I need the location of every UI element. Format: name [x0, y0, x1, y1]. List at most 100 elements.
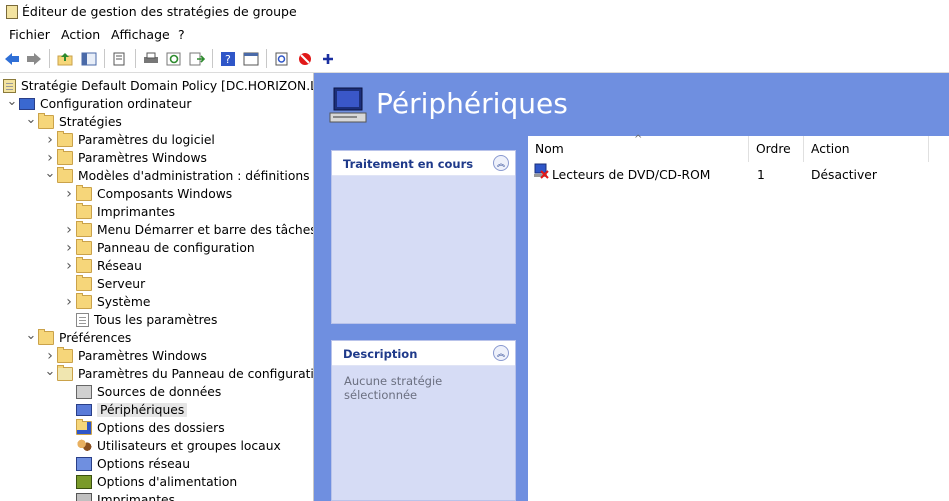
tree-item[interactable]: Options réseau [62, 455, 190, 473]
title-bar: Éditeur de gestion des stratégies de gro… [0, 0, 949, 24]
chevron-right-icon[interactable]: › [62, 239, 76, 257]
tree-item[interactable]: ⌄ Paramètres du Panneau de configuration [43, 362, 313, 383]
tree-pane[interactable]: Stratégie Default Domain Policy [DC.HORI… [0, 73, 314, 501]
tree-item-label: Utilisateurs et groupes locaux [97, 439, 281, 453]
chevron-right-icon[interactable]: › [62, 185, 76, 203]
folder-icon [38, 113, 54, 129]
menu-action[interactable]: Action [61, 27, 100, 42]
devices-header-icon [329, 87, 367, 123]
chevron-down-icon[interactable]: ⌄ [5, 92, 19, 110]
tree-item[interactable]: Stratégie Default Domain Policy [DC.HORI… [3, 77, 314, 95]
print-icon[interactable] [142, 50, 160, 67]
dvd-drive-icon [534, 163, 549, 179]
chevron-down-icon[interactable]: ⌄ [43, 164, 57, 182]
chevron-right-icon[interactable]: › [43, 131, 57, 149]
tree-item-label: Stratégie Default Domain Policy [DC.HORI… [21, 79, 314, 93]
folder-icon [76, 275, 92, 291]
column-header-nom[interactable]: Nom [528, 136, 749, 162]
menu-fichier[interactable]: Fichier [9, 27, 50, 42]
show-tree-icon[interactable] [80, 50, 98, 67]
tree-item[interactable]: Sources de données [62, 383, 221, 401]
tree-item[interactable]: Options d'alimentation [62, 473, 237, 491]
description-text: Aucune stratégie sélectionnée [344, 374, 443, 402]
policy-icon [3, 79, 16, 93]
back-icon[interactable] [3, 50, 21, 67]
row-action: Désactiver [811, 168, 877, 182]
properties-icon[interactable] [242, 50, 260, 67]
menu-affichage[interactable]: Affichage [111, 27, 170, 42]
row-order: 1 [757, 168, 765, 182]
toolbar-separator [104, 49, 105, 68]
details-pane: Périphériques Traitement en cours ︽ Desc… [314, 73, 949, 501]
tree-item-label: Serveur [97, 277, 146, 291]
tree-item[interactable]: › Paramètres Windows [43, 347, 207, 365]
folder-icon [57, 149, 73, 165]
tree-item[interactable]: Tous les paramètres [62, 311, 217, 329]
chevron-right-icon[interactable]: › [62, 221, 76, 239]
tree-item-label: Préférences [59, 331, 132, 345]
folder-icon [57, 347, 73, 363]
tree-item-label: Panneau de configuration [97, 241, 255, 255]
chevron-down-icon[interactable]: ⌄ [43, 362, 57, 380]
chevron-up-icon[interactable]: ︽ [493, 345, 509, 361]
tree-item[interactable]: › Composants Windows [62, 185, 232, 203]
chevron-right-icon[interactable]: › [62, 257, 76, 275]
folder-icon [76, 221, 92, 237]
add-icon[interactable] [319, 50, 337, 67]
processing-panel: Traitement en cours ︽ [331, 150, 516, 324]
tree-item[interactable]: ⌄ Modèles d'administration : définitions … [43, 164, 313, 185]
new-item-icon[interactable] [273, 50, 291, 67]
tree-item-label: Options réseau [97, 457, 191, 471]
column-header-action[interactable]: Action [804, 136, 929, 162]
chevron-down-icon[interactable]: ⌄ [24, 110, 38, 128]
tree-item-label: Options d'alimentation [97, 475, 238, 489]
column-header-ordre[interactable]: Ordre [749, 136, 804, 162]
tree-item[interactable]: › Paramètres Windows [43, 149, 207, 167]
tree-item[interactable]: › Panneau de configuration [62, 239, 255, 257]
tree-item[interactable]: Serveur [62, 275, 145, 293]
description-panel-title: Description [343, 347, 418, 361]
folder-icon [76, 185, 92, 201]
chevron-up-icon[interactable]: ︽ [493, 155, 509, 171]
copy-icon[interactable] [110, 50, 128, 67]
tree-item[interactable]: › Réseau [62, 257, 142, 275]
description-panel: Description ︽ Aucune stratégie sélection… [331, 340, 516, 501]
tree-item[interactable]: › Menu Démarrer et barre des tâches [62, 221, 313, 239]
help-icon[interactable]: ? [219, 50, 237, 67]
stop-icon[interactable] [296, 50, 314, 67]
tree-item[interactable]: Imprimantes [62, 491, 175, 501]
items-list[interactable]: ^ Nom Ordre Action Lecteurs de DVD/CD-RO… [528, 134, 949, 501]
folder-icon [76, 239, 92, 255]
menu-help[interactable]: ? [178, 27, 185, 42]
up-folder-icon[interactable] [56, 50, 74, 67]
tree-item[interactable]: Options des dossiers [62, 419, 225, 437]
computer-icon [19, 98, 35, 110]
tree-item[interactable]: Périphériques [62, 401, 188, 419]
tree-item-label: Paramètres Windows [78, 151, 207, 165]
chevron-down-icon[interactable]: ⌄ [24, 326, 38, 344]
tree-item[interactable]: ⌄ Stratégies [24, 110, 122, 131]
chevron-right-icon[interactable]: › [62, 293, 76, 311]
refresh-icon[interactable] [165, 50, 183, 67]
folder-icon [76, 257, 92, 273]
users-icon [76, 439, 92, 453]
tree-item[interactable]: › Système [62, 293, 150, 311]
folder-icon [76, 293, 92, 309]
tree-item[interactable]: Utilisateurs et groupes locaux [62, 437, 281, 455]
data-source-icon [76, 385, 92, 399]
tree-item-label: Modèles d'administration : définitions d… [78, 169, 313, 183]
tree-item-label: Composants Windows [97, 187, 233, 201]
toolbar-separator [266, 49, 267, 68]
tree-item[interactable]: › Paramètres du logiciel [43, 131, 215, 149]
forward-icon[interactable] [25, 50, 43, 67]
tree-item[interactable]: Imprimantes [62, 203, 175, 221]
export-icon[interactable] [188, 50, 206, 67]
folder-options-icon [76, 419, 92, 435]
tree-item-label: Configuration ordinateur [40, 97, 192, 111]
tree-item[interactable]: ⌄ Préférences [24, 326, 132, 347]
